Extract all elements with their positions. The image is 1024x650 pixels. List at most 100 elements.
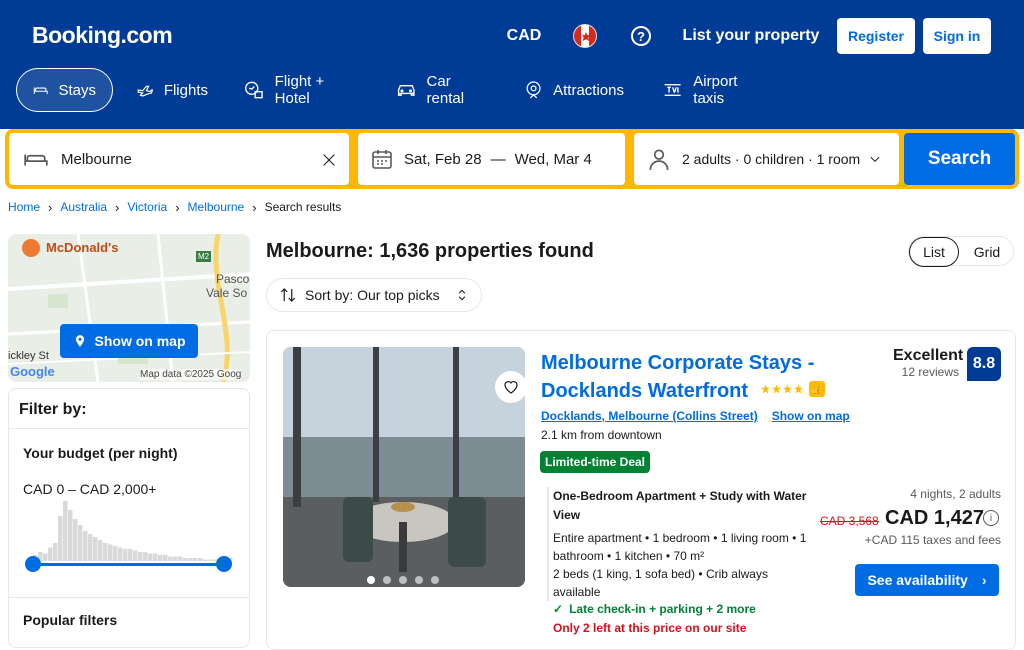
list-view-button[interactable]: List (909, 237, 959, 267)
photo-prev-button[interactable] (291, 461, 327, 497)
budget-range: CAD 0 – CAD 2,000+ (23, 481, 157, 497)
tab-attractions[interactable]: Attractions (508, 68, 640, 112)
date-field[interactable]: Sat, Feb 28 — Wed, Mar 4 (358, 133, 625, 185)
tab-airport-taxis-label: Airport taxis (693, 73, 738, 107)
histogram-bar (173, 556, 178, 561)
show-on-map-button[interactable]: Show on map (60, 324, 198, 358)
calendar-icon (372, 150, 392, 169)
sort-dropdown[interactable]: Sort by: Our top picks (266, 278, 482, 312)
preferred-partner-icon: 👍 (809, 381, 825, 397)
search-button[interactable]: Search (904, 133, 1015, 185)
save-favorite-button[interactable] (495, 371, 525, 403)
tab-car-rental-label: Car rental (426, 73, 465, 107)
scarcity-message: Only 2 left at this price on our site (553, 621, 747, 635)
review-label[interactable]: Excellent (893, 347, 963, 365)
histogram-bar (168, 556, 173, 561)
plane-icon (137, 85, 154, 97)
map-preview[interactable]: McDonald's M2 Pasco Vale So ickley St Go… (8, 234, 250, 382)
language-button[interactable] (560, 16, 610, 56)
histogram-bar (198, 558, 203, 561)
breadcrumb-australia[interactable]: Australia (60, 200, 107, 214)
register-button[interactable]: Register (837, 18, 915, 54)
budget-slider-track[interactable] (33, 563, 225, 566)
breadcrumb-separator-icon: › (252, 199, 257, 215)
person-icon (649, 149, 669, 170)
star-icon (761, 384, 770, 394)
help-button[interactable]: ? (616, 16, 666, 56)
photo-dot[interactable] (431, 576, 439, 584)
map-label-pasco: Pasco (216, 272, 250, 286)
list-property-button[interactable]: List your property (672, 16, 830, 56)
google-logo: Google (10, 364, 55, 379)
photo-next-button[interactable] (481, 461, 517, 497)
breadcrumb-melbourne[interactable]: Melbourne (188, 200, 245, 214)
original-price: CAD 3,568 (820, 514, 879, 528)
photo-dot[interactable] (399, 576, 407, 584)
histogram-bar (63, 501, 68, 561)
price-info-icon[interactable]: i (983, 510, 999, 526)
breadcrumb-home[interactable]: Home (8, 200, 40, 214)
canada-flag-icon (573, 24, 597, 48)
deal-badge: Limited-time Deal (540, 451, 651, 473)
tab-stays[interactable]: Stays (16, 68, 113, 112)
star-icon (794, 384, 803, 394)
budget-slider-min-handle[interactable] (25, 556, 41, 572)
booking-logo[interactable]: Booking.com (32, 22, 173, 49)
tab-flights-label: Flights (163, 81, 208, 99)
sort-arrows-icon (280, 288, 296, 302)
date-dash: — (490, 150, 506, 168)
histogram-bar (118, 547, 123, 561)
tab-attractions-label: Attractions (553, 81, 624, 99)
map-road-shield: M2 (196, 251, 212, 262)
show-on-map-label: Show on map (94, 333, 186, 349)
grid-view-button[interactable]: Grid (961, 237, 1013, 267)
distance-from-downtown: 2.1 km from downtown (541, 428, 662, 442)
show-on-map-link[interactable]: Show on map (772, 409, 850, 423)
breadcrumb-separator-icon: › (48, 199, 53, 215)
map-attribution: Map data ©2025 Goog (140, 369, 242, 380)
budget-slider-max-handle[interactable] (216, 556, 232, 572)
histogram-bar (48, 547, 53, 561)
histogram-bar (133, 550, 138, 561)
tab-flight-hotel[interactable]: Flight + Hotel (228, 68, 374, 112)
destination-field[interactable]: Melbourne (9, 133, 349, 185)
histogram-bar (203, 559, 208, 561)
checkmark-icon: ✓ (553, 602, 564, 616)
photo-dot[interactable] (383, 576, 391, 584)
review-score[interactable]: 8.8 (967, 347, 1001, 381)
room-info: One-Bedroom Apartment + Study with Water… (547, 487, 807, 601)
histogram-bar (153, 553, 158, 561)
tab-airport-taxis[interactable]: Airport taxis (646, 68, 786, 112)
currency-button[interactable]: CAD (494, 16, 554, 56)
tab-flight-hotel-label: Flight + Hotel (274, 73, 325, 107)
popular-filters-title: Popular filters (9, 597, 249, 642)
perks: ✓ Late check-in + parking + 2 more (553, 602, 756, 616)
histogram-bar (78, 525, 83, 561)
breadcrumb-victoria[interactable]: Victoria (127, 200, 167, 214)
tab-flights[interactable]: Flights (120, 68, 224, 112)
map-pin-icon (75, 335, 84, 347)
star-icon (783, 384, 792, 394)
sign-in-button[interactable]: Sign in (923, 18, 991, 54)
histogram-bar (208, 559, 213, 561)
review-count[interactable]: 12 reviews (879, 365, 959, 379)
site-header: Booking.com CAD ? List your property Reg… (0, 0, 1024, 129)
destination-value: Melbourne (61, 150, 132, 168)
list-property-label: List your property (682, 27, 820, 44)
bed-icon (24, 154, 48, 166)
price-histogram (33, 501, 233, 561)
location-link[interactable]: Docklands, Melbourne (Collins Street) (541, 409, 758, 423)
clear-destination-icon[interactable] (321, 152, 337, 168)
photo-dot[interactable] (415, 576, 423, 584)
star-icon (772, 384, 781, 394)
see-availability-button[interactable]: See availability › (855, 564, 999, 596)
guests-value: 2 adults · 0 children · 1 room (682, 151, 861, 167)
guests-field[interactable]: 2 adults · 0 children · 1 room (634, 133, 899, 185)
filters-panel: Filter by: Your budget (per night) CAD 0… (8, 388, 250, 648)
photo-dot[interactable] (367, 576, 375, 584)
histogram-bar (53, 543, 58, 561)
property-photo[interactable] (283, 347, 525, 587)
tab-car-rental[interactable]: Car rental (380, 68, 504, 112)
updown-chevron-icon (458, 289, 466, 301)
star-rating: 👍 (761, 381, 825, 397)
